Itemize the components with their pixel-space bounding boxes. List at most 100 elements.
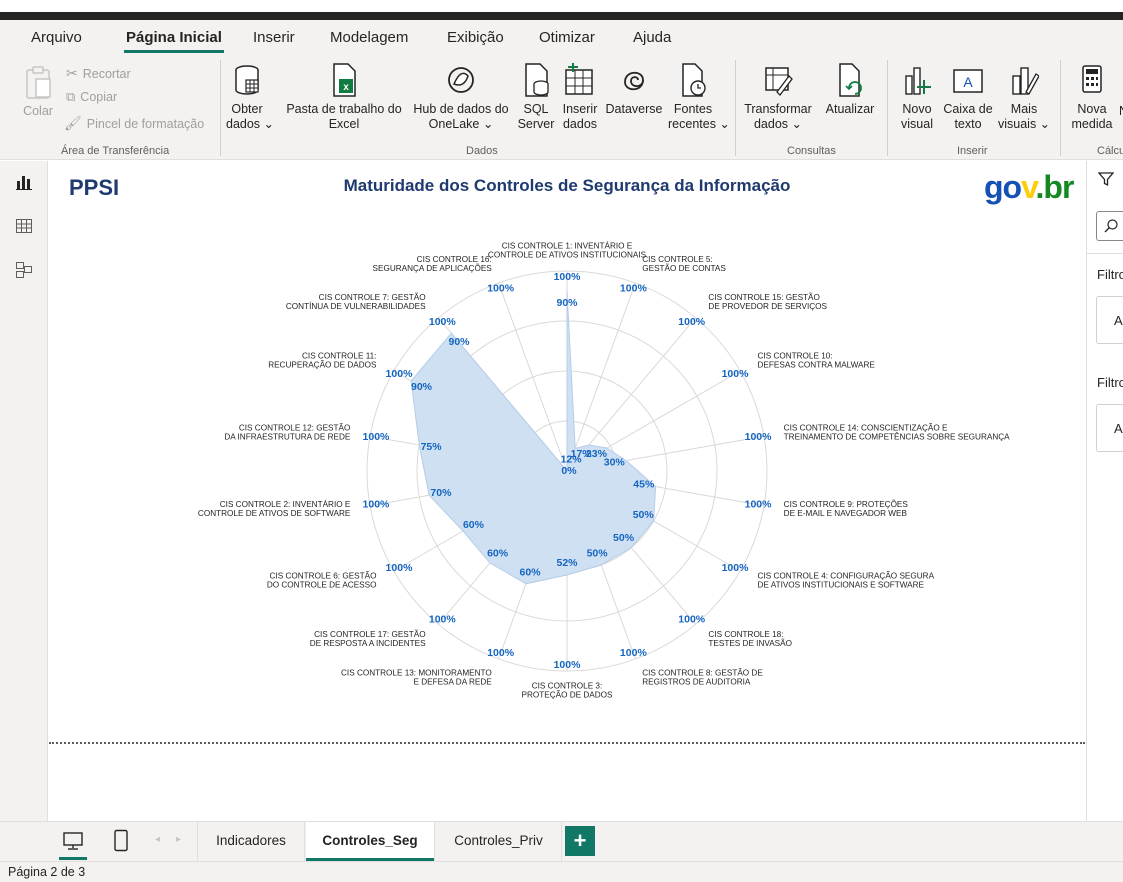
page-tab-controles-priv[interactable]: Controles_Priv: [436, 822, 562, 861]
menu-tab-otimizar[interactable]: Otimizar: [539, 29, 595, 46]
refresh-icon: [839, 63, 862, 97]
dataverse-button[interactable]: Dataverse: [603, 62, 665, 117]
new-measure-button[interactable]: Nova medida: [1068, 62, 1116, 132]
filter-section-label-2: Filtro: [1097, 375, 1123, 390]
more-visuals-label-1: Mais: [1010, 102, 1038, 116]
transform-data-button[interactable]: Transformar dados ⌄: [736, 62, 820, 132]
recent-sources-button[interactable]: Fontes recentes ⌄: [668, 62, 730, 132]
radar-category-label: CIS CONTROLE 8: GESTÃO DE: [642, 667, 763, 677]
cut-button[interactable]: ✂ Recortar: [66, 65, 131, 82]
radar-meta-label: 100%: [386, 562, 414, 574]
radar-category-label: CONTROLE DE ATIVOS INSTITUCIONAIS: [488, 251, 647, 260]
copy-label: Copiar: [80, 90, 118, 104]
radar-category-label: RECUPERAÇÃO DE DADOS: [268, 360, 377, 370]
filter-section-label-1: Filtro: [1097, 267, 1123, 282]
page-tab-controles-seg[interactable]: Controles_Seg: [306, 822, 435, 861]
radar-chart[interactable]: 100%90%100%12%100%17%100%23%100%30%100%4…: [49, 161, 1085, 741]
model-view-icon[interactable]: [15, 261, 33, 279]
radar-meta-label: 100%: [429, 613, 457, 625]
more-visuals-button[interactable]: Mais visuais ⌄: [998, 62, 1050, 132]
get-data-label-1: Obter: [231, 102, 263, 116]
format-painter-button[interactable]: 🖌 Pincel de formatação: [64, 115, 204, 132]
view-sidebar: [0, 161, 48, 821]
paste-button[interactable]: Colar: [18, 64, 58, 119]
menu-tab-arquivo[interactable]: Arquivo: [31, 29, 82, 46]
filter-card-1[interactable]: Ac: [1096, 296, 1123, 344]
enter-data-label-2: dados: [562, 117, 598, 131]
radar-category-label: DO CONTROLE DE ACESSO: [267, 581, 377, 590]
radar-meta-label: 100%: [745, 431, 773, 443]
filter-divider: [1087, 253, 1123, 254]
report-view-icon[interactable]: [15, 173, 33, 191]
refresh-button[interactable]: Atualizar: [822, 62, 878, 117]
excel-workbook-button[interactable]: x Pasta de trabalho do Excel: [283, 62, 405, 132]
radar-value-label: 75%: [421, 441, 443, 453]
page-indicator: Página 2 de 3: [8, 865, 86, 879]
chart-title: Maturidade dos Controles de Segurança da…: [343, 176, 791, 195]
filter-card-2[interactable]: Ac: [1096, 404, 1123, 452]
add-page-button[interactable]: +: [565, 826, 595, 856]
radar-category-label: CIS CONTROLE 12: GESTÃO: [239, 422, 350, 432]
radar-meta-label: 100%: [678, 613, 706, 625]
text-box-button[interactable]: A Caixa de texto: [940, 62, 996, 132]
desktop-layout-icon[interactable]: [62, 830, 84, 852]
table-view-icon[interactable]: [15, 217, 33, 235]
new-visual-button[interactable]: Novo visual: [896, 62, 938, 132]
radar-meta-label: 100%: [429, 316, 457, 328]
onelake-hub-button[interactable]: Hub de dados do OneLake ⌄: [409, 62, 513, 132]
text-box-label-2: texto: [954, 117, 982, 131]
page-tab-indicadores[interactable]: Indicadores: [198, 822, 305, 861]
refresh-label: Atualizar: [825, 102, 875, 116]
ribbon: Colar ✂ Recortar ⧉ Copiar 🖌 Pincel de fo…: [0, 56, 1123, 160]
paste-icon: [26, 66, 51, 99]
radar-category-label: CIS CONTROLE 2: INVENTÁRIO E: [220, 499, 351, 509]
ribbon-separator: [220, 60, 221, 156]
filter-icon[interactable]: [1098, 171, 1114, 187]
filter-search-input[interactable]: [1096, 211, 1123, 241]
radar-value-label: 30%: [604, 456, 626, 468]
recent-sources-icon: [682, 63, 706, 97]
radar-meta-label: 100%: [620, 282, 648, 294]
new-visual-label-2: visual: [901, 117, 933, 131]
queries-group-label: Consultas: [787, 145, 836, 157]
new-measure-label-2: medida: [1071, 117, 1113, 131]
svg-text:A: A: [963, 74, 973, 90]
menu-tab-ajuda[interactable]: Ajuda: [633, 29, 671, 46]
get-data-label-2: dados ⌄: [226, 117, 275, 131]
tabs-scroll-left-icon[interactable]: ◂: [155, 834, 160, 845]
radar-category-label: CIS CONTROLE 11:: [302, 352, 376, 361]
cut-label: Recortar: [82, 66, 131, 81]
radar-category-label: DE PROVEDOR DE SERVIÇOS: [708, 302, 827, 311]
radar-value-label: 60%: [463, 519, 485, 531]
excel-label-2: Excel: [328, 117, 360, 131]
menu-tab-modelagem[interactable]: Modelagem: [330, 29, 408, 46]
sql-server-button[interactable]: SQL Server: [516, 62, 556, 132]
transform-data-icon: [765, 67, 793, 96]
copy-button[interactable]: ⧉ Copiar: [66, 89, 117, 105]
mobile-layout-icon[interactable]: [113, 829, 129, 853]
search-icon: [1104, 219, 1118, 233]
radar-spoke: [566, 282, 636, 472]
enter-data-button[interactable]: Inserir dados: [559, 62, 601, 132]
radar-category-label: CIS CONTROLE 9: PROTEÇÕES: [784, 499, 909, 509]
menu-tab-exibicao[interactable]: Exibição: [447, 29, 504, 46]
menu-tab-pagina-inicial[interactable]: Página Inicial: [124, 29, 224, 53]
next-button-cut-off[interactable]: N: [1119, 104, 1123, 119]
get-data-button[interactable]: Obter dados ⌄: [226, 62, 275, 132]
scissors-icon: ✂: [66, 65, 78, 81]
filter-card-1-text: Ac: [1114, 313, 1123, 328]
radar-category-label: CIS CONTROLE 1: INVENTÁRIO E: [502, 241, 633, 251]
radar-category-label: SEGURANÇA DE APLICAÇÕES: [373, 263, 493, 273]
menu-tab-inserir[interactable]: Inserir: [253, 29, 295, 46]
insert-group-label: Inserir: [957, 145, 988, 157]
radar-category-label: DE RESPOSTA A INCIDENTES: [310, 639, 426, 648]
radar-category-label: CIS CONTROLE 14: CONSCIENTIZAÇÃO E: [784, 422, 948, 432]
radar-meta-label: 100%: [722, 562, 750, 574]
radar-category-label: GESTÃO DE CONTAS: [642, 263, 726, 273]
tabs-scroll-right-icon[interactable]: ▸: [176, 834, 181, 845]
radar-category-label: CIS CONTROLE 5:: [642, 255, 713, 264]
recent-sources-label-2: recentes ⌄: [668, 117, 730, 131]
radar-value-label: 50%: [587, 547, 609, 559]
status-bar: Página 2 de 3: [0, 861, 1123, 882]
radar-meta-label: 100%: [554, 271, 582, 283]
